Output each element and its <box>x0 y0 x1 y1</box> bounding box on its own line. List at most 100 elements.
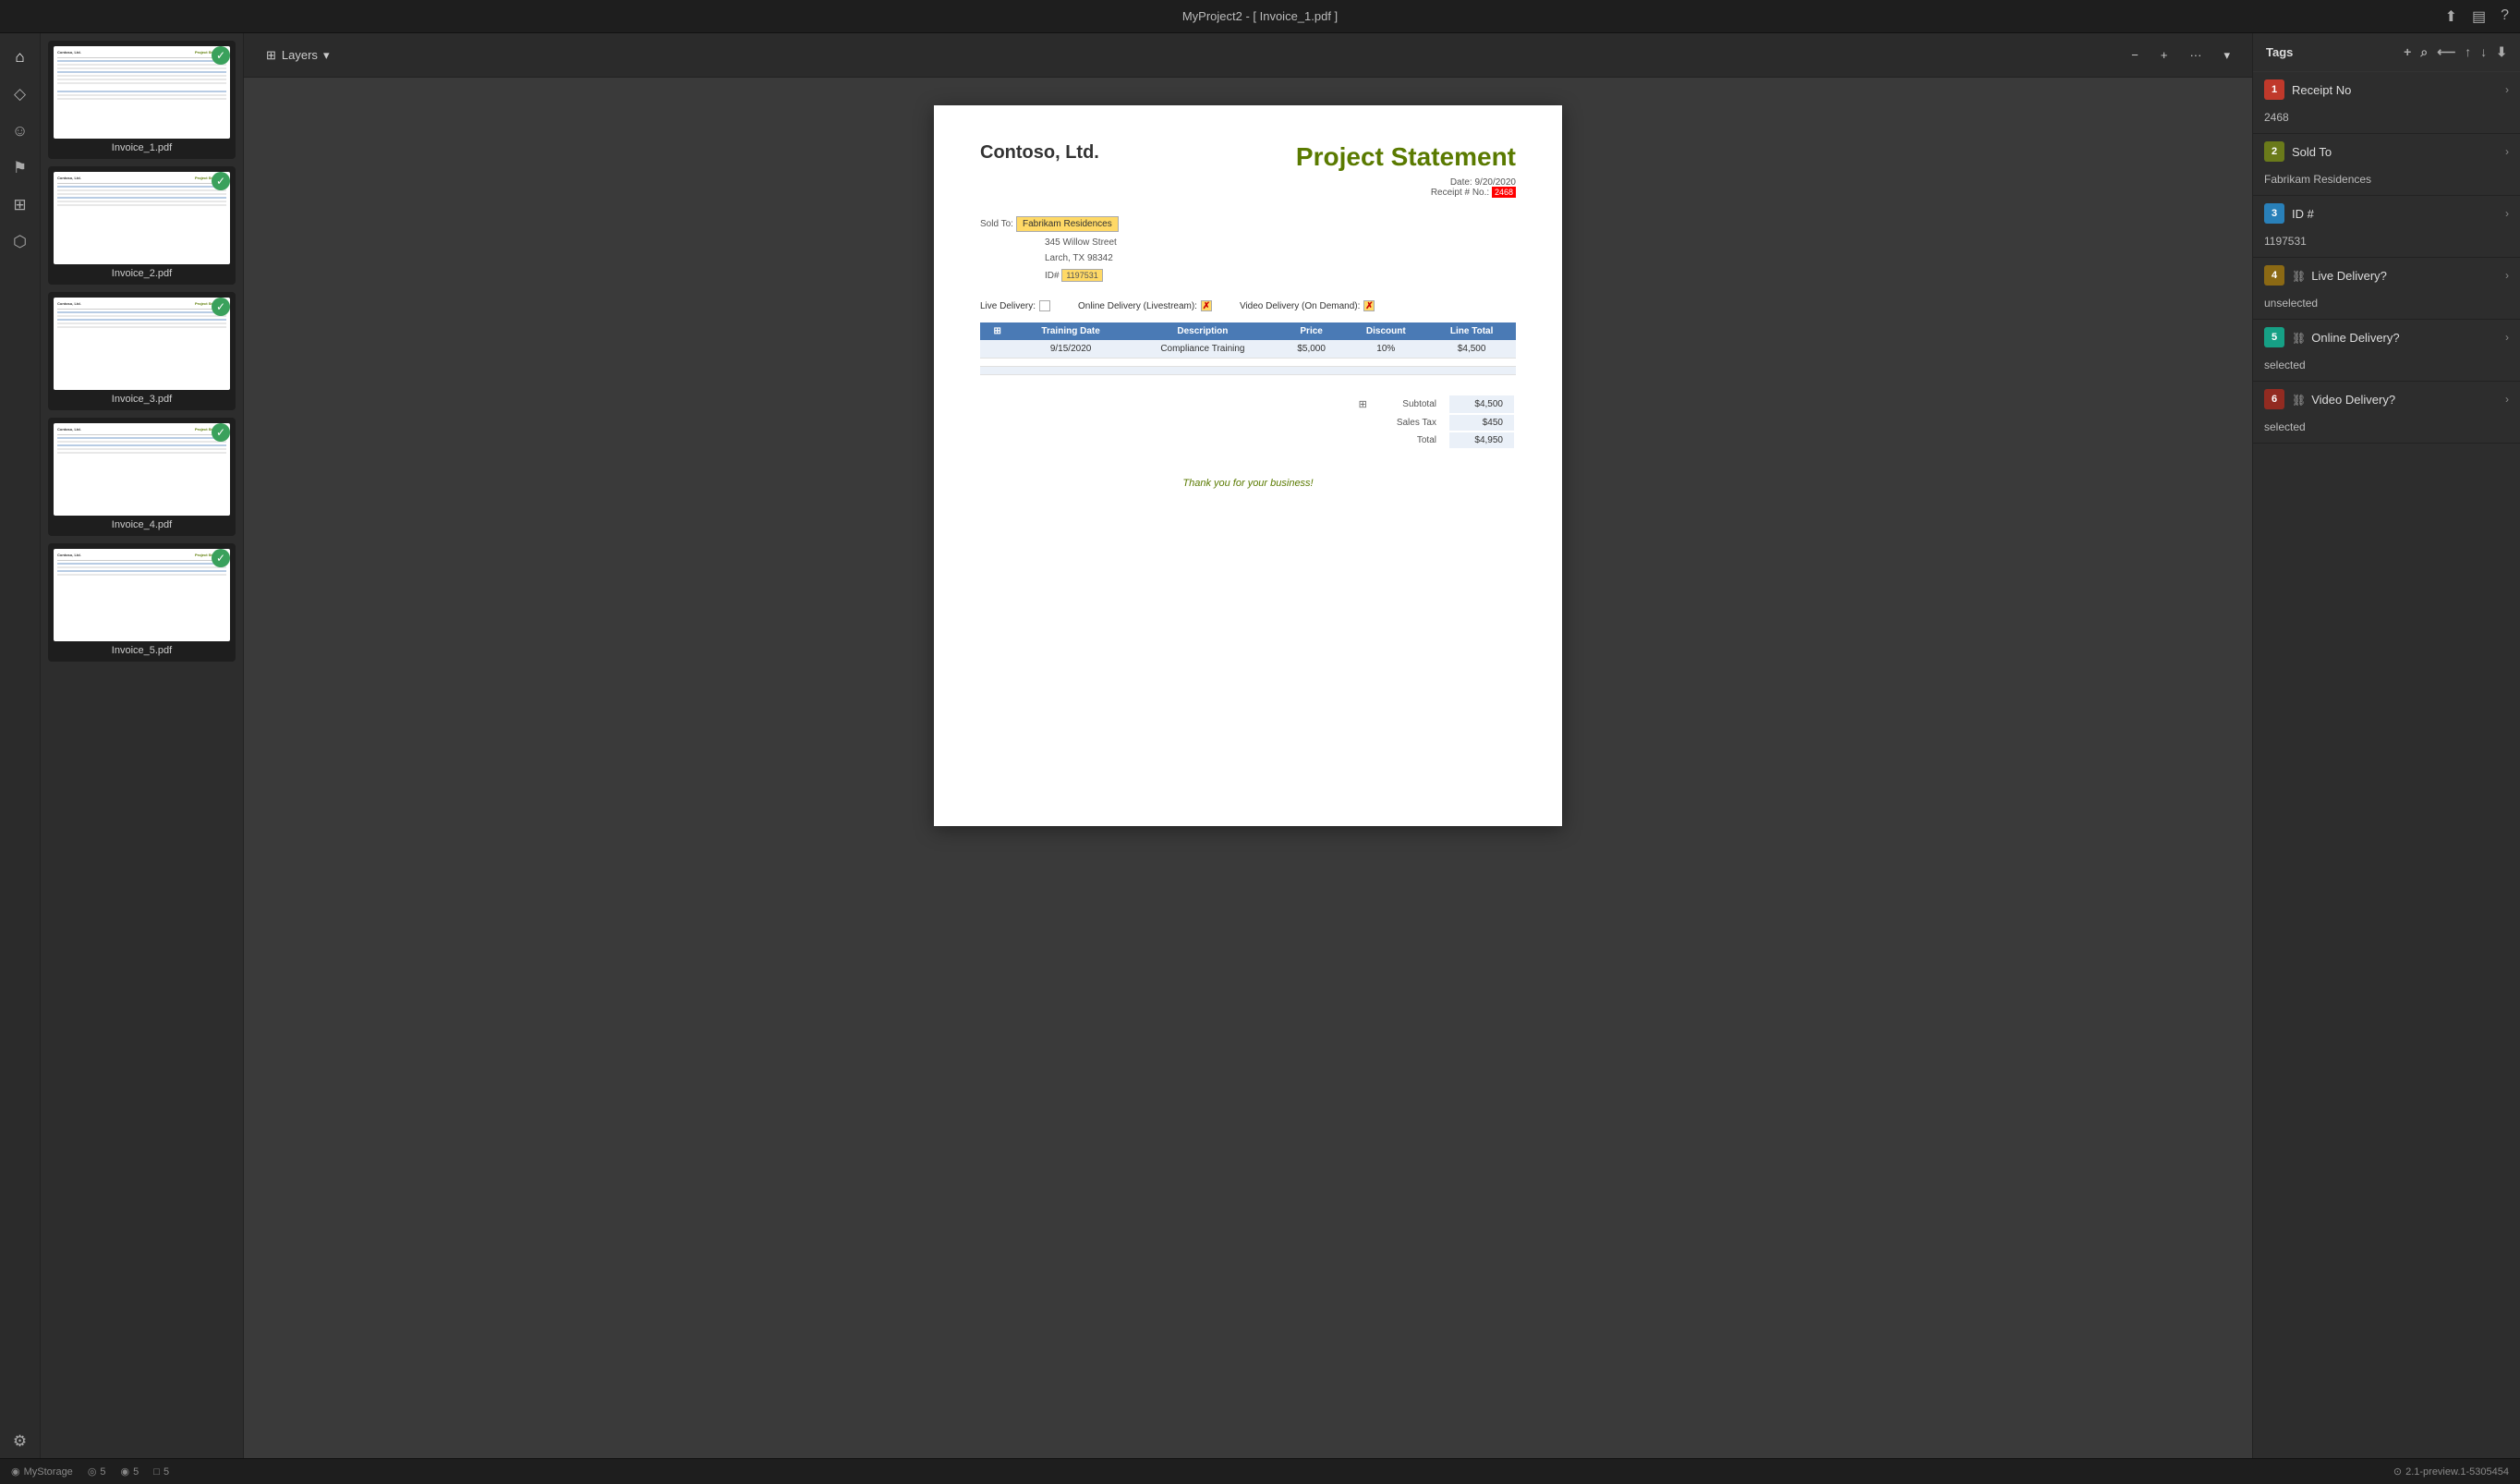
sidebar-item-users[interactable]: ☺ <box>4 115 37 148</box>
invoice-table: ⊞ Training Date Description Price Discou… <box>980 322 1516 375</box>
sold-to-value: Fabrikam Residences <box>1016 216 1119 232</box>
tag-value-1: Fabrikam Residences <box>2253 169 2520 195</box>
tag-action-1-icon[interactable]: ⟵ <box>2437 44 2455 60</box>
tag-chevron-1: › <box>2505 145 2509 158</box>
online-delivery-item: Online Delivery (Livestream): ✗ <box>1078 300 1212 311</box>
sidebar-item-clipboard[interactable]: ⊞ <box>4 189 37 222</box>
zoom-out-button[interactable]: − <box>2124 44 2146 66</box>
thumb-img-0: Contoso, Ltd. Project Statement <box>54 46 230 139</box>
search-tags-icon[interactable]: ⌕ <box>2420 44 2428 60</box>
tag-action-3-icon[interactable]: ↓ <box>2480 44 2487 60</box>
sidebar-item-home[interactable]: ⌂ <box>4 41 37 74</box>
live-delivery-item: Live Delivery: <box>980 300 1050 311</box>
receipt-label: Receipt # No.: <box>1431 188 1489 198</box>
thumbnail-item-3[interactable]: ✓ Contoso, Ltd. Project Statement Invoic… <box>48 418 236 536</box>
row0-date: 9/15/2020 <box>1014 340 1127 359</box>
col-description: Description <box>1127 322 1278 340</box>
tag-header-0[interactable]: 1 Receipt No › <box>2253 72 2520 107</box>
link-icon-3: ⛓ <box>2292 270 2306 283</box>
panels-icon[interactable]: ▤ <box>2472 7 2486 26</box>
row0-total: $4,500 <box>1427 340 1516 359</box>
subtotal-value: $4,500 <box>1449 395 1514 413</box>
row2-discount <box>1344 367 1427 375</box>
version-text: 2.1-preview.1-5305454 <box>2405 1466 2509 1478</box>
count2-value: 5 <box>133 1466 139 1478</box>
tags-header-actions: + ⌕ ⟵ ↑ ↓ ⬇ <box>2404 44 2507 60</box>
sidebar-item-map[interactable]: ⚑ <box>4 152 37 185</box>
count2-icon: ◉ <box>121 1466 130 1478</box>
sidebar-item-tags[interactable]: ◇ <box>4 78 37 111</box>
tag-action-2-icon[interactable]: ↑ <box>2465 44 2471 60</box>
zoom-in-button[interactable]: + <box>2153 44 2175 66</box>
tag-action-4-icon[interactable]: ⬇ <box>2496 44 2507 60</box>
live-delivery-checkbox[interactable] <box>1039 300 1050 311</box>
doc-header: Contoso, Ltd. Project Statement Date: 9/… <box>980 142 1516 198</box>
tag-value-4: selected <box>2253 355 2520 381</box>
thumb-label-3: Invoice_4.pdf <box>54 519 230 530</box>
tag-name-4: ⛓Online Delivery? <box>2292 331 2505 345</box>
thumbnails-panel: ✓ Contoso, Ltd. Project Statement <box>41 33 244 1458</box>
online-delivery-label: Online Delivery (Livestream): <box>1078 301 1197 311</box>
status-count-1: ◎ 5 <box>88 1466 106 1478</box>
link-icon-4: ⛓ <box>2292 332 2306 345</box>
tag-header-4[interactable]: 5 ⛓Online Delivery? › <box>2253 320 2520 355</box>
sidebar-item-settings[interactable]: ⚙ <box>4 1425 37 1458</box>
help-icon[interactable]: ? <box>2501 7 2509 26</box>
video-delivery-checkbox[interactable]: ✗ <box>1363 300 1375 311</box>
sidebar-item-plugin[interactable]: ⬡ <box>4 225 37 259</box>
thumbnail-item-4[interactable]: ✓ Contoso, Ltd. Project Statement Invoic… <box>48 543 236 662</box>
tag-item-0: 1 Receipt No › 2468 <box>2253 72 2520 134</box>
thumb-img-3: Contoso, Ltd. Project Statement <box>54 423 230 516</box>
tax-value: $450 <box>1449 415 1514 431</box>
tag-item-4: 5 ⛓Online Delivery? › selected <box>2253 320 2520 382</box>
tag-chevron-3: › <box>2505 269 2509 282</box>
thumb-img-2: Contoso, Ltd. Project Statement <box>54 298 230 390</box>
tax-label: Sales Tax <box>1386 415 1448 431</box>
titlebar: MyProject2 - [ Invoice_1.pdf ] ⬆ ▤ ? <box>0 0 2520 33</box>
tag-header-1[interactable]: 2 Sold To › <box>2253 134 2520 169</box>
layers-icon: ⊞ <box>266 48 276 63</box>
col-price: Price <box>1278 322 1344 340</box>
thumbnail-item-1[interactable]: ✓ Contoso, Ltd. Project Statement Invoi <box>48 166 236 285</box>
layers-label: Layers <box>282 48 318 62</box>
tag-badge-5: 6 <box>2264 389 2284 409</box>
more-options-button[interactable]: ··· <box>2182 44 2209 66</box>
statusbar: ◉ MyStorage ◎ 5 ◉ 5 □ 5 ⊙ 2.1-preview.1-… <box>0 1458 2520 1484</box>
thumb-check-0: ✓ <box>212 46 230 65</box>
row1-icon <box>980 359 1014 367</box>
title-text: MyProject2 - [ Invoice_1.pdf ] <box>1182 9 1338 23</box>
storage-icon: ◉ <box>11 1466 20 1478</box>
tag-badge-3: 4 <box>2264 265 2284 286</box>
row2-icon <box>980 367 1014 375</box>
col-table-icon: ⊞ <box>980 322 1014 340</box>
add-tag-icon[interactable]: + <box>2404 44 2411 60</box>
layers-button[interactable]: ⊞ Layers ▾ <box>259 44 336 67</box>
sold-to-section: Sold To: Fabrikam Residences 345 Willow … <box>980 216 1516 282</box>
row1-desc <box>1127 359 1278 367</box>
tag-header-2[interactable]: 3 ID # › <box>2253 196 2520 231</box>
thumbnail-item-2[interactable]: ✓ Contoso, Ltd. Project Statement Invoic… <box>48 292 236 410</box>
col-discount: Discount <box>1344 322 1427 340</box>
row2-price <box>1278 367 1344 375</box>
sidebar-icons: ⌂ ◇ ☺ ⚑ ⊞ ⬡ ⚙ <box>0 33 41 1458</box>
thumb-check-4: ✓ <box>212 549 230 567</box>
document: Contoso, Ltd. Project Statement Date: 9/… <box>934 105 1562 826</box>
share-icon[interactable]: ⬆ <box>2445 7 2457 26</box>
tag-header-3[interactable]: 4 ⛓Live Delivery? › <box>2253 258 2520 293</box>
tag-chevron-5: › <box>2505 393 2509 406</box>
thumbnail-item-0[interactable]: ✓ Contoso, Ltd. Project Statement <box>48 41 236 159</box>
tag-header-5[interactable]: 6 ⛓Video Delivery? › <box>2253 382 2520 417</box>
tag-value-3: unselected <box>2253 293 2520 319</box>
tag-badge-0: 1 <box>2264 79 2284 100</box>
toolbar-dropdown-button[interactable]: ▾ <box>2216 44 2237 67</box>
doc-title: Project Statement <box>1296 142 1516 172</box>
tag-chevron-0: › <box>2505 83 2509 96</box>
document-view: Contoso, Ltd. Project Statement Date: 9/… <box>244 78 2252 1458</box>
row0-desc: Compliance Training <box>1127 340 1278 359</box>
version-item: ⊙ 2.1-preview.1-5305454 <box>2393 1466 2509 1478</box>
tag-value-0: 2468 <box>2253 107 2520 133</box>
online-delivery-checkbox[interactable]: ✗ <box>1201 300 1212 311</box>
id-label: ID# <box>1045 271 1060 281</box>
id-row: ID# 1197531 <box>1045 269 1516 282</box>
table-row-1 <box>980 359 1516 367</box>
